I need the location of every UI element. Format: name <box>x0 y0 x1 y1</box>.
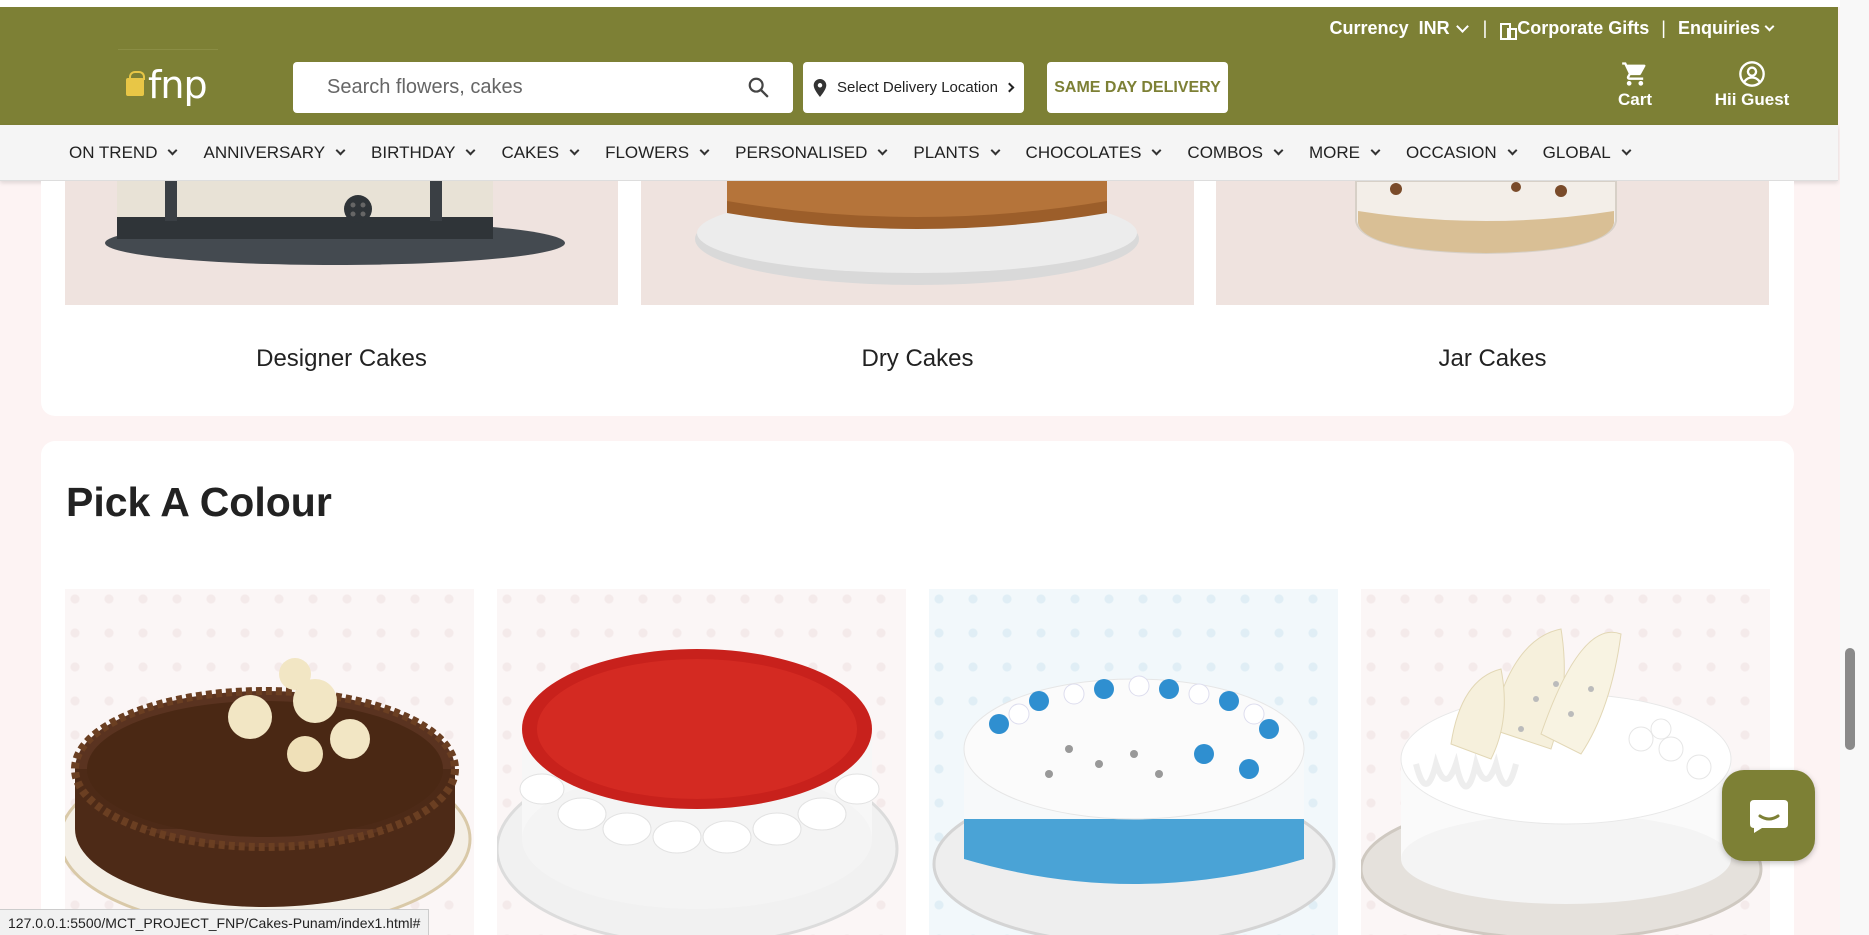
same-day-delivery-button[interactable]: SAME DAY DELIVERY <box>1047 62 1228 113</box>
colour-tile-red-velvet[interactable] <box>497 589 906 935</box>
menu-item-on-trend[interactable]: ON TREND <box>69 142 178 163</box>
chevron-down-icon <box>168 145 178 156</box>
menu-item-label: GLOBAL <box>1542 142 1611 162</box>
separator: | <box>1661 18 1666 38</box>
menu-item-flowers[interactable]: FLOWERS <box>605 142 710 163</box>
menu-item-label: BIRTHDAY <box>371 142 456 162</box>
chevron-down-icon <box>1151 145 1162 156</box>
menu-item-label: MORE <box>1308 142 1360 162</box>
dry-cakes-image[interactable] <box>641 181 1194 305</box>
search-input[interactable] <box>327 76 727 99</box>
status-url: 127.0.0.1:5500/MCT_PROJECT_FNP/Cakes-Pun… <box>0 909 430 935</box>
chevron-right-icon <box>1004 82 1015 93</box>
chevron-down-icon <box>1273 145 1284 156</box>
separator: | <box>1482 18 1488 38</box>
menu-item-global[interactable]: GLOBAL <box>1542 142 1632 163</box>
chevron-down-icon <box>1764 21 1775 32</box>
delivery-location-button[interactable]: Select Delivery Location <box>803 62 1024 113</box>
menu-item-label: CHOCOLATES <box>1025 142 1142 162</box>
menu-item-cakes[interactable]: CAKES <box>501 142 580 163</box>
menu-item-label: ON TREND <box>69 142 158 162</box>
chevron-down-icon <box>1507 145 1518 156</box>
menu-item-label: PLANTS <box>913 142 980 162</box>
menu-item-occasion[interactable]: OCCASION <box>1405 142 1518 163</box>
currency-value: INR <box>1418 18 1450 38</box>
search-box <box>293 62 793 113</box>
menu-item-label: OCCASION <box>1405 142 1497 162</box>
building-icon <box>1499 21 1518 40</box>
colour-tile-chocolate[interactable] <box>65 589 474 935</box>
menu-item-label: ANNIVERSARY <box>203 142 326 162</box>
corporate-gifts-label: Corporate Gifts <box>1517 18 1650 38</box>
chevron-down-icon <box>569 145 580 156</box>
chevron-down-icon <box>1370 145 1381 156</box>
colour-tile-white[interactable] <box>1361 589 1770 935</box>
guest-label: Hii Guest <box>1714 90 1790 109</box>
white-cake-illustration <box>1361 628 1763 935</box>
delivery-location-label: Select Delivery Location <box>837 79 998 96</box>
chevron-down-icon <box>465 145 476 156</box>
jar-cake-illustration <box>1216 181 1769 305</box>
pick-a-colour-section: Pick A Colour <box>41 441 1794 935</box>
red-velvet-cake-illustration <box>497 649 899 935</box>
currency-label: Currency <box>1329 18 1409 38</box>
dry-cake-illustration <box>641 181 1194 305</box>
cake-category-section: Designer Cakes Dry Cakes Jar Cakes <box>41 181 1794 416</box>
corporate-gifts-link[interactable]: Corporate Gifts <box>1499 18 1650 40</box>
chevron-down-icon <box>877 145 888 156</box>
menu-item-anniversary[interactable]: ANNIVERSARY <box>203 142 346 163</box>
browser-top-strip <box>0 0 1869 7</box>
gift-icon <box>126 71 145 96</box>
chevron-down-icon <box>990 145 1000 156</box>
menu-item-label: CAKES <box>501 142 560 162</box>
menu-item-personalised[interactable]: PERSONALISED <box>735 142 888 163</box>
category-menu-bar: ON TREND ANNIVERSARY BIRTHDAY CAKES FLOW… <box>0 125 1838 181</box>
colour-tile-blue[interactable] <box>929 589 1338 935</box>
chat-button[interactable] <box>1722 770 1815 861</box>
page-scrollbar[interactable] <box>1840 0 1869 935</box>
cart-button[interactable]: Cart <box>1612 60 1658 116</box>
scrollbar-thumb[interactable] <box>1845 648 1855 750</box>
designer-cake-illustration <box>65 181 618 305</box>
menu-item-plants[interactable]: PLANTS <box>913 142 1000 163</box>
main-header: fnp Select Delivery Location SAME DAY DE… <box>0 37 1838 125</box>
logo[interactable]: fnp <box>126 60 208 110</box>
enquiries-label: Enquiries <box>1677 18 1760 38</box>
cart-label: Cart <box>1617 90 1652 109</box>
cart-icon <box>1622 62 1646 86</box>
menu-item-birthday[interactable]: BIRTHDAY <box>371 142 476 163</box>
menu-item-more[interactable]: MORE <box>1308 142 1381 163</box>
menu-item-chocolates[interactable]: CHOCOLATES <box>1025 142 1162 163</box>
utility-links: Currency INR | Corporate Gifts | Enquiri… <box>1329 7 1775 50</box>
location-pin-icon <box>813 78 827 97</box>
user-circle-icon <box>1739 61 1765 87</box>
menu-item-combos[interactable]: COMBOS <box>1187 142 1284 163</box>
logo-tab <box>118 37 218 50</box>
chevron-down-icon <box>1621 145 1632 156</box>
section-title: Pick A Colour <box>66 479 332 525</box>
top-utility-bar: Currency INR | Corporate Gifts | Enquiri… <box>0 7 1838 50</box>
chocolate-cake-illustration <box>65 658 472 931</box>
chat-bubble-icon <box>1749 799 1788 833</box>
currency-select[interactable]: INR <box>1419 18 1471 39</box>
account-button[interactable]: Hii Guest <box>1692 60 1812 116</box>
jar-cakes-image[interactable] <box>1216 181 1769 305</box>
category-label-designer-cakes[interactable]: Designer Cakes <box>65 345 618 373</box>
designer-cakes-image[interactable] <box>65 181 618 305</box>
category-label-jar-cakes[interactable]: Jar Cakes <box>1216 345 1769 373</box>
category-label-dry-cakes[interactable]: Dry Cakes <box>641 345 1194 373</box>
menu-item-label: COMBOS <box>1187 142 1263 162</box>
chevron-down-icon <box>699 145 710 156</box>
chevron-down-icon <box>1455 20 1469 33</box>
chevron-down-icon <box>335 145 346 156</box>
enquiries-link[interactable]: Enquiries <box>1677 18 1775 39</box>
menu-item-label: PERSONALISED <box>735 142 868 162</box>
blue-cake-illustration <box>932 675 1336 935</box>
logo-text: fnp <box>148 63 208 107</box>
search-icon[interactable] <box>747 76 769 98</box>
menu-item-label: FLOWERS <box>605 142 690 162</box>
